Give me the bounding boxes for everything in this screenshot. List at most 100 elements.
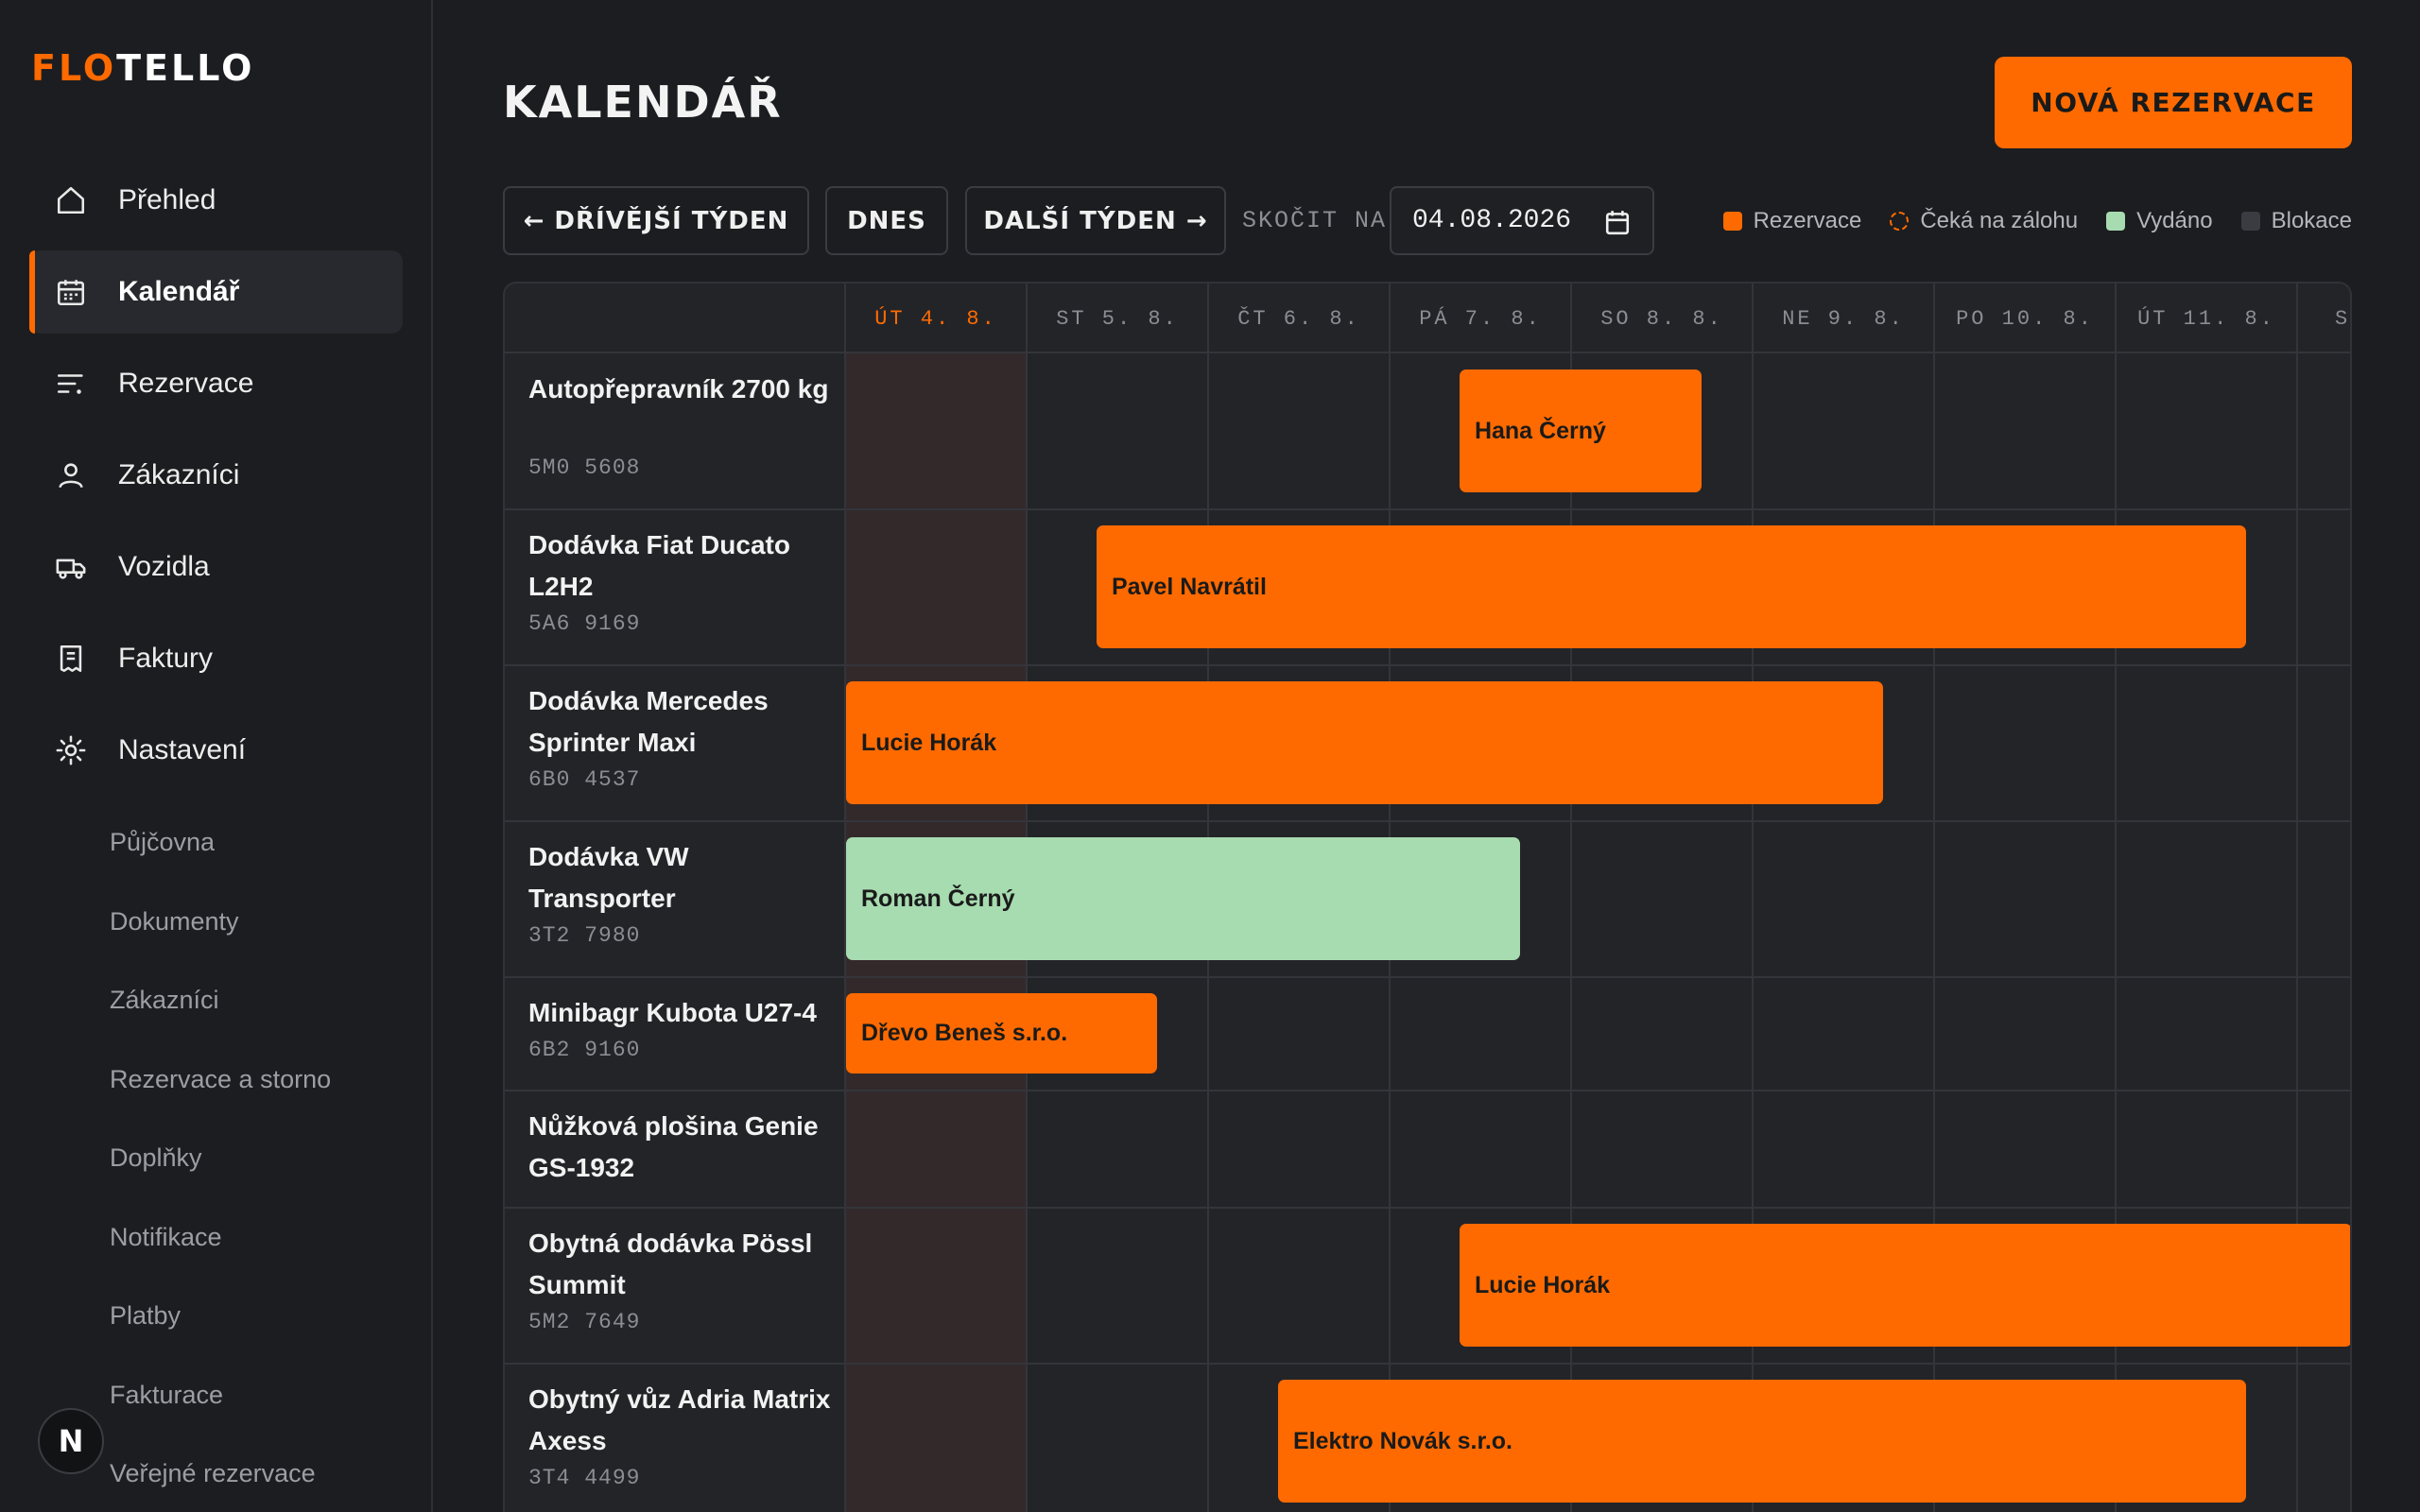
day-header: ST — [2335, 306, 2351, 331]
legend-swatch — [2240, 211, 2260, 231]
previous-week-button[interactable]: ← DŘÍVĚJŠÍ TÝDEN — [503, 186, 809, 255]
vehicle-name[interactable]: Minibagr Kubota U27-4 — [528, 992, 831, 1034]
new-reservation-button[interactable]: NOVÁ REZERVACE — [1995, 57, 2352, 148]
settings-subnav: Půjčovna Dokumenty Zákazníci Rezervace a… — [110, 803, 422, 1512]
dev-tools-badge[interactable]: N — [38, 1408, 104, 1474]
calendar-toolbar: ← DŘÍVĚJŠÍ TÝDEN DNES DALŠÍ TÝDEN → SKOČ… — [503, 186, 2352, 255]
vehicle-name[interactable]: Obytná dodávka Pössl Summit — [528, 1223, 831, 1306]
jump-date-input[interactable]: 04.08.2026 — [1390, 186, 1654, 255]
row-divider — [505, 664, 2350, 666]
reservation-calendar: ÚT 4. 8. ST 5. 8. ČT 6. 8. PÁ 7. 8. SO 8. 8.… — [503, 282, 2352, 1512]
vehicle-name[interactable]: Autopřepravník 2700 kg — [528, 369, 831, 410]
nav-label: Přehled — [118, 184, 216, 215]
vehicle-plate: 3T4 4499 — [528, 1466, 641, 1490]
subnav-item-notifikace[interactable]: Notifikace — [110, 1198, 422, 1278]
day-header: ÚT 11. 8. — [2137, 306, 2275, 331]
app-logo[interactable]: FLOTELLO — [31, 49, 254, 87]
vehicle-plate: 5M2 7649 — [528, 1310, 641, 1334]
gear-icon — [54, 733, 88, 767]
booking-bar[interactable]: Lucie Horák — [846, 681, 1884, 804]
home-icon — [54, 183, 88, 217]
vehicle-plate: 5A6 9169 — [528, 611, 641, 636]
subnav-item-dokumenty[interactable]: Dokumenty — [110, 883, 422, 962]
invoice-icon — [54, 642, 88, 676]
calendar-grid: ÚT 4. 8. ST 5. 8. ČT 6. 8. PÁ 7. 8. SO 8. 8.… — [505, 284, 2351, 1512]
subnav-item-fakturace[interactable]: Fakturace — [110, 1356, 422, 1435]
legend-item-vydano: Vydáno — [2106, 208, 2213, 234]
logo-part-2: TELLO — [116, 47, 255, 89]
vehicle-plate: 5M0 5608 — [528, 455, 641, 480]
day-header: ČT 6. 8. — [1237, 306, 1360, 331]
subnav-item-platby[interactable]: Platby — [110, 1277, 422, 1356]
logo-part-1: FLO — [31, 47, 117, 89]
legend-label: Blokace — [2271, 207, 2352, 233]
vehicle-plate: 3T2 7980 — [528, 923, 641, 948]
booking-bar[interactable]: Dřevo Beneš s.r.o. — [846, 993, 1158, 1074]
booking-bar[interactable]: Lucie Horák — [1459, 1224, 2350, 1347]
booking-bar[interactable]: Hana Černý — [1459, 369, 1703, 492]
legend-label: Čeká na zálohu — [1920, 207, 2079, 233]
legend-item-ceka-na-zalohu: Čeká na zálohu — [1890, 208, 2078, 234]
day-header: SO 8. 8. — [1600, 306, 1723, 331]
calendar-icon — [54, 275, 88, 309]
vehicle-name[interactable]: Obytný vůz Adria Matrix Axess — [528, 1379, 831, 1462]
next-week-button[interactable]: DALŠÍ TÝDEN → — [965, 186, 1226, 255]
row-divider — [505, 1207, 2350, 1209]
vehicle-plate: 6B2 9160 — [528, 1038, 641, 1062]
booking-bar[interactable]: Elektro Novák s.r.o. — [1277, 1380, 2247, 1503]
booking-bar[interactable]: Roman Černý — [846, 837, 1521, 960]
user-icon — [54, 458, 88, 492]
nav-item-kalendar[interactable]: Kalendář — [29, 250, 403, 334]
row-divider — [505, 1363, 2350, 1365]
day-header: ÚT 4. 8. — [874, 306, 997, 331]
subnav-item-verejne-rezervace[interactable]: Veřejné rezervace — [110, 1435, 422, 1512]
jump-to-label: SKOČIT NA — [1242, 207, 1388, 234]
calendar-picker-icon[interactable] — [1605, 209, 1630, 235]
today-button[interactable]: DNES — [825, 186, 948, 255]
nav-item-prehled[interactable]: Přehled — [29, 159, 403, 242]
day-header: NE 9. 8. — [1782, 306, 1905, 331]
subnav-item-rezervace-storno[interactable]: Rezervace a storno — [110, 1040, 422, 1120]
nav-item-nastaveni[interactable]: Nastavení — [29, 709, 403, 792]
nav-label: Nastavení — [118, 734, 247, 765]
day-header: ST 5. 8. — [1056, 306, 1179, 331]
vehicle-name[interactable]: Dodávka VW Transporter — [528, 836, 831, 919]
row-divider — [505, 508, 2350, 510]
page-title: KALENDÁŘ — [503, 77, 783, 128]
legend-label: Rezervace — [1753, 207, 1862, 233]
nav-label: Rezervace — [118, 368, 254, 399]
legend-item-blokace: Blokace — [2240, 207, 2352, 234]
legend-swatch — [1722, 211, 1742, 231]
list-icon — [54, 367, 88, 401]
nav-label: Zákazníci — [118, 459, 240, 490]
row-divider — [505, 1090, 2350, 1091]
row-divider — [505, 820, 2350, 822]
sidebar: FLOTELLO Přehled Kalendář Rezervace Záka… — [0, 0, 433, 1512]
vehicle-name[interactable]: Dodávka Fiat Ducato L2H2 — [528, 524, 831, 608]
subnav-item-pujcovna[interactable]: Půjčovna — [110, 803, 422, 883]
nav-item-zakaznici[interactable]: Zákazníci — [29, 434, 403, 517]
truck-icon — [54, 550, 88, 584]
nav-item-vozidla[interactable]: Vozidla — [29, 525, 403, 609]
legend-swatch — [2106, 211, 2126, 231]
vehicle-plate: 6B0 4537 — [528, 767, 641, 792]
legend-item-rezervace: Rezervace — [1722, 207, 1862, 234]
day-header: PÁ 7. 8. — [1419, 306, 1542, 331]
main-nav: Přehled Kalendář Rezervace Zákazníci Voz… — [29, 159, 403, 800]
subnav-item-doplnky[interactable]: Doplňky — [110, 1119, 422, 1198]
vehicle-name[interactable]: Dodávka Mercedes Sprinter Maxi — [528, 680, 831, 764]
nav-label: Faktury — [118, 643, 214, 674]
legend-label: Vydáno — [2136, 207, 2213, 233]
subnav-item-zakaznici[interactable]: Zákazníci — [110, 961, 422, 1040]
nav-item-faktury[interactable]: Faktury — [29, 617, 403, 700]
jump-date-value: 04.08.2026 — [1412, 206, 1572, 235]
nav-label: Vozidla — [118, 551, 210, 582]
status-legend: Rezervace Čeká na zálohu Vydáno Blokace — [1695, 186, 2352, 255]
nav-label: Kalendář — [118, 276, 240, 307]
nav-item-rezervace[interactable]: Rezervace — [29, 342, 403, 425]
legend-swatch — [1890, 211, 1910, 231]
row-divider — [505, 976, 2350, 978]
vehicle-name[interactable]: Nůžková plošina Genie GS-1932 — [528, 1106, 831, 1189]
booking-bar[interactable]: Pavel Navrátil — [1096, 525, 2247, 648]
day-header: PO 10. 8. — [1956, 306, 2094, 331]
